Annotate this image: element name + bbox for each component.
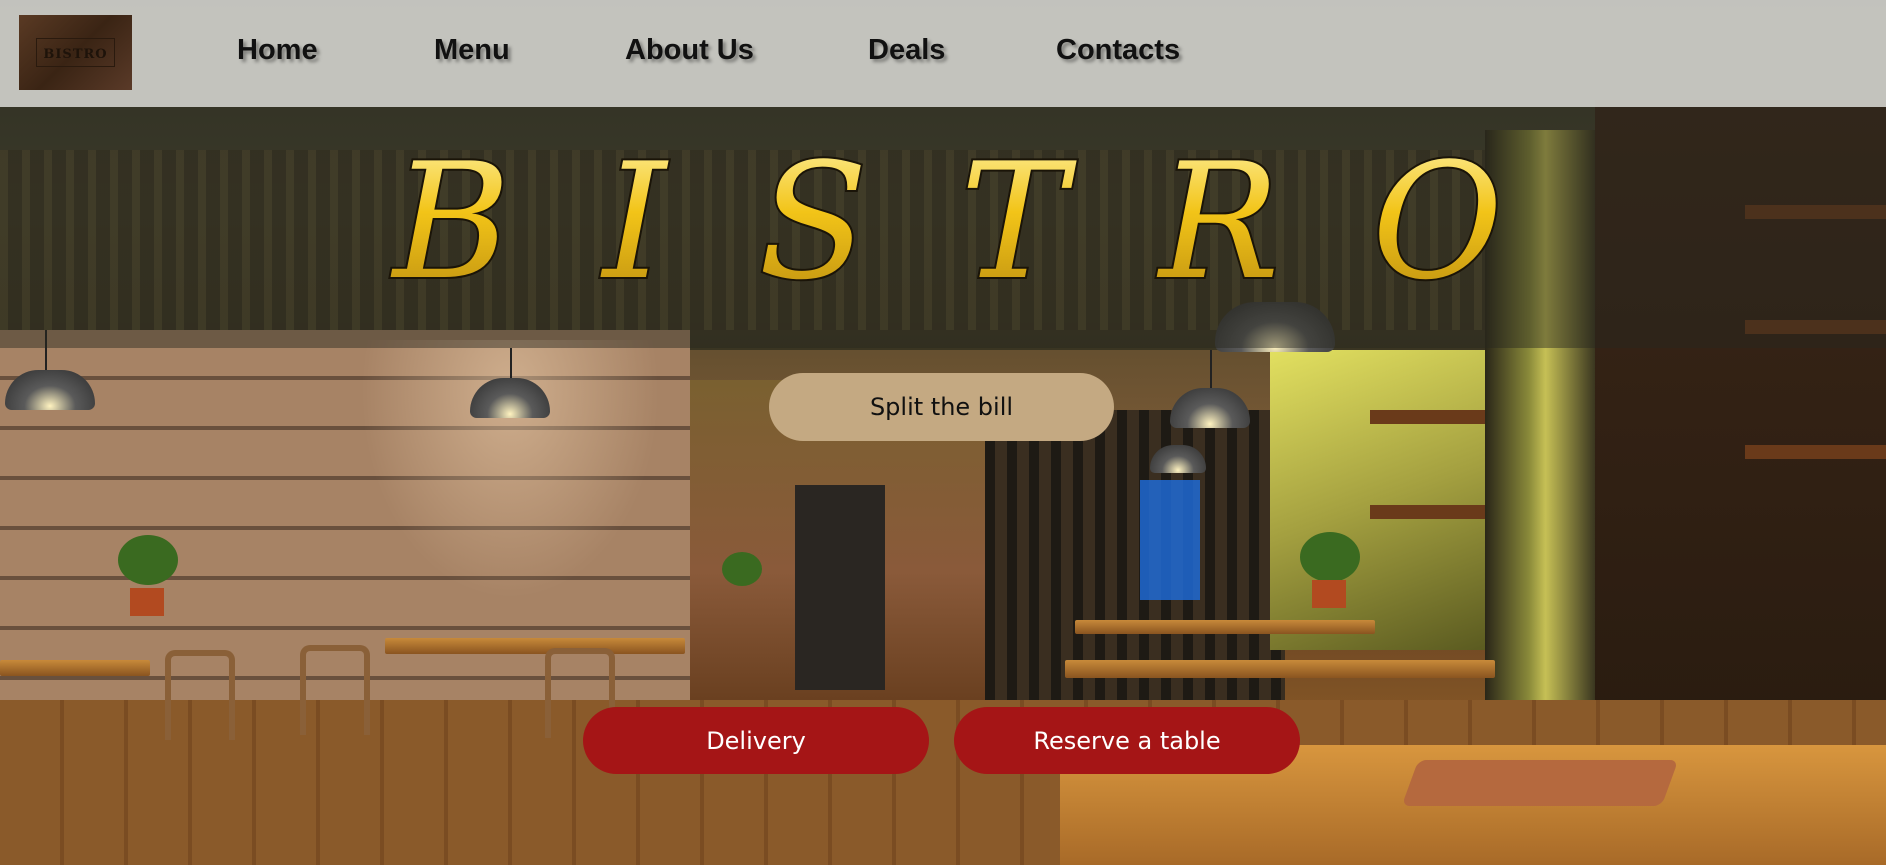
split-bill-label: Split the bill bbox=[869, 393, 1014, 421]
potted-plant bbox=[722, 552, 762, 586]
nav-deals[interactable]: Deals bbox=[868, 34, 945, 67]
delivery-label: Delivery bbox=[706, 726, 806, 755]
split-bill-button[interactable]: Split the bill bbox=[769, 373, 1114, 441]
dining-table bbox=[0, 660, 150, 676]
nav-menu[interactable]: Menu bbox=[434, 34, 510, 67]
doorway bbox=[795, 485, 885, 690]
dining-table bbox=[1065, 660, 1495, 678]
blue-window-light bbox=[1140, 480, 1200, 600]
nav-about-us[interactable]: About Us bbox=[625, 34, 754, 67]
top-nav-bar: BISTRO Home Menu About Us Deals Contacts bbox=[0, 0, 1886, 107]
hero-title-text: BISTRO bbox=[390, 135, 1503, 305]
wall-shelf bbox=[1370, 410, 1485, 424]
reserve-table-label: Reserve a table bbox=[1033, 726, 1221, 755]
hero-title: BISTRO bbox=[388, 135, 1505, 305]
reserve-table-button[interactable]: Reserve a table bbox=[954, 707, 1300, 774]
nav-contacts[interactable]: Contacts bbox=[1056, 34, 1180, 67]
pendant-lamp bbox=[5, 370, 95, 410]
dining-table bbox=[385, 638, 685, 654]
potted-plant bbox=[1300, 532, 1360, 582]
logo-text: BISTRO bbox=[43, 47, 108, 62]
chair bbox=[300, 645, 370, 735]
wood-slat-divider bbox=[985, 410, 1285, 730]
potted-plant bbox=[118, 535, 178, 585]
nav-home[interactable]: Home bbox=[237, 34, 318, 67]
wall-shelf bbox=[1745, 445, 1886, 459]
delivery-button[interactable]: Delivery bbox=[583, 707, 929, 774]
wall-shelf bbox=[1370, 505, 1485, 519]
bistro-logo[interactable]: BISTRO bbox=[19, 15, 132, 90]
copper-pan bbox=[1401, 760, 1679, 806]
lit-shelf-wall bbox=[1270, 350, 1490, 650]
chair bbox=[165, 650, 235, 740]
dining-table bbox=[1075, 620, 1375, 634]
pendant-lamp bbox=[1170, 388, 1250, 428]
